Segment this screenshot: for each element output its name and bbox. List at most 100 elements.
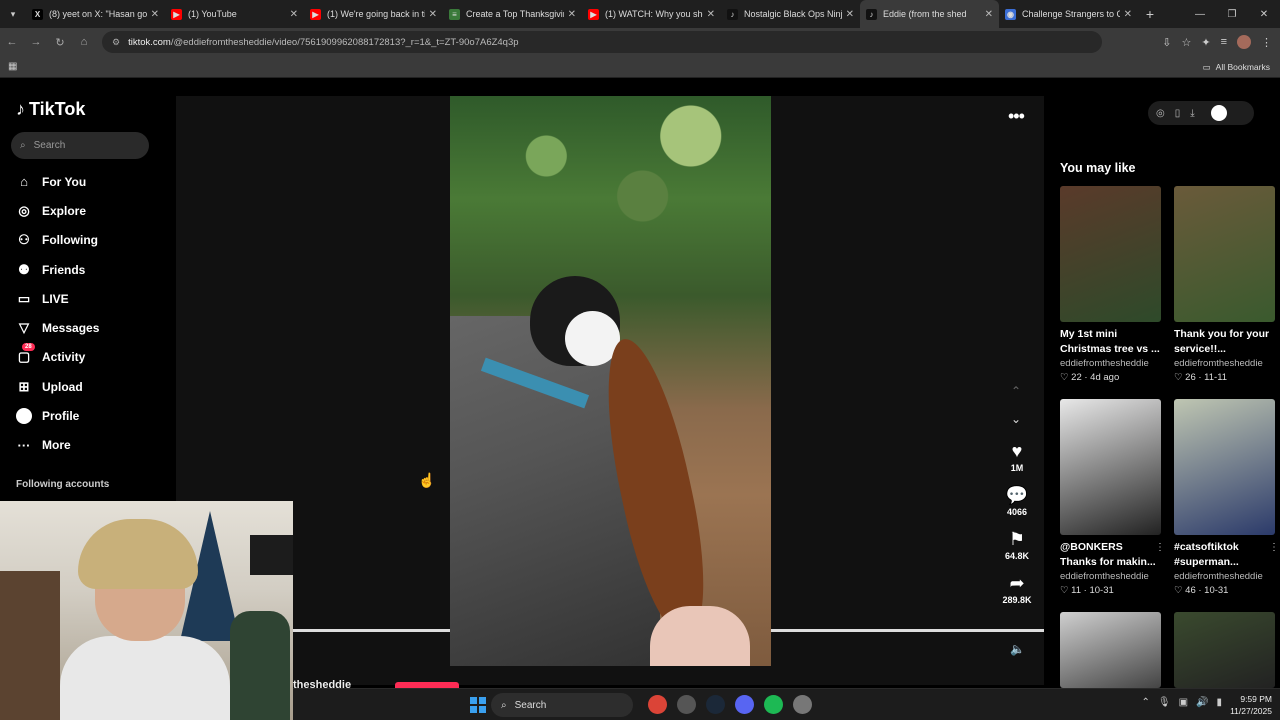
close-tab-icon[interactable]: ✕ bbox=[290, 9, 298, 20]
close-tab-icon[interactable]: ✕ bbox=[1124, 9, 1132, 20]
bookmark-star-icon[interactable]: ☆ bbox=[1181, 36, 1191, 49]
tab-favicon-icon: ▶ bbox=[588, 8, 599, 20]
discord-app-icon[interactable] bbox=[735, 695, 754, 714]
home-icon[interactable]: ⌂ bbox=[72, 36, 96, 48]
tiktok-logo[interactable]: ♪ TikTok bbox=[16, 99, 85, 120]
app-icon-2[interactable] bbox=[677, 695, 696, 714]
video-hand bbox=[650, 606, 750, 666]
minimize-icon[interactable]: — bbox=[1184, 9, 1216, 20]
nav-item-friends[interactable]: ⚉ Friends bbox=[16, 255, 99, 284]
browser-tab[interactable]: ♪ Eddie (from the shed ✕ bbox=[860, 0, 999, 28]
like-action[interactable]: ♥ 1M bbox=[995, 441, 1039, 485]
nav-item-for-you[interactable]: ⌂ For You bbox=[16, 167, 99, 196]
save-action[interactable]: ⚑ 64.8K bbox=[995, 529, 1039, 573]
close-tab-icon[interactable]: ✕ bbox=[429, 9, 437, 20]
taskbar-clock[interactable]: 9:59 PM 11/27/2025 bbox=[1230, 693, 1272, 717]
volume-icon[interactable]: 🔈 bbox=[1010, 642, 1025, 656]
profile-avatar[interactable] bbox=[1237, 35, 1251, 49]
user-avatar[interactable] bbox=[1210, 105, 1227, 121]
video-thumbnail[interactable] bbox=[1174, 186, 1275, 322]
rec-more-icon[interactable]: ⋮ bbox=[1155, 542, 1165, 553]
browser-tab[interactable]: ◉ Challenge Strangers to C ✕ bbox=[999, 0, 1138, 28]
tab-search-icon[interactable]: ▾ bbox=[0, 0, 26, 28]
forward-icon[interactable]: → bbox=[24, 36, 48, 48]
browser-tab[interactable]: ▶ (1) We're going back in ti ✕ bbox=[304, 0, 443, 28]
webcam-shirt bbox=[60, 636, 230, 720]
recommended-video[interactable] bbox=[1060, 612, 1161, 688]
nav-item-messages[interactable]: ▽ Messages bbox=[16, 313, 99, 342]
video-thumbnail[interactable] bbox=[1174, 399, 1275, 535]
battery-icon[interactable]: ▮ bbox=[1216, 697, 1222, 708]
search-input[interactable]: ⌕ Search bbox=[11, 132, 149, 159]
recommended-video[interactable]: @BONKERS Thanks for makin... eddiefromthe… bbox=[1060, 399, 1165, 598]
browser-tab[interactable]: ▶ (1) YouTube ✕ bbox=[165, 0, 304, 28]
chrome-app-icon[interactable] bbox=[648, 695, 667, 714]
spotify-app-icon[interactable] bbox=[764, 695, 783, 714]
next-video-icon[interactable]: ⌄ bbox=[1011, 412, 1021, 426]
close-tab-icon[interactable]: ✕ bbox=[568, 9, 576, 20]
windows-start-icon[interactable] bbox=[470, 697, 486, 713]
close-window-icon[interactable]: ✕ bbox=[1248, 9, 1280, 20]
device-icon[interactable]: ▯ bbox=[1175, 108, 1181, 119]
window-controls: — ❐ ✕ bbox=[1184, 0, 1280, 28]
taskbar-search[interactable]: ⌕ Search bbox=[491, 693, 633, 717]
microphone-icon[interactable]: 🎙 bbox=[1158, 697, 1171, 708]
all-bookmarks-button[interactable]: ▭ All Bookmarks bbox=[1203, 56, 1270, 78]
video-thumbnail[interactable] bbox=[1060, 399, 1161, 535]
speaker-icon[interactable]: 🔊 bbox=[1196, 697, 1208, 708]
download-icon[interactable]: ⤓ bbox=[1190, 108, 1194, 119]
home-icon: ⌂ bbox=[20, 174, 28, 190]
rec-author: eddiefromthesheddie bbox=[1060, 571, 1149, 582]
share-action[interactable]: ➦ 289.8K bbox=[995, 573, 1039, 617]
recommended-video[interactable]: #catsoftiktok #superman... eddiefromthesh… bbox=[1174, 399, 1279, 598]
browser-tab[interactable]: ≡ Create a Top Thanksgiving ✕ bbox=[443, 0, 582, 28]
apps-grid-icon[interactable]: ▦ bbox=[8, 61, 17, 72]
rec-meta: ♡ 22 · 4d ago bbox=[1060, 372, 1120, 383]
restore-icon[interactable]: ❐ bbox=[1216, 9, 1248, 20]
nav-item-following[interactable]: ⚇ Following bbox=[16, 226, 99, 255]
network-icon[interactable]: ▣ bbox=[1179, 697, 1188, 708]
settings-app-icon[interactable] bbox=[793, 695, 812, 714]
url-host: tiktok.com bbox=[128, 36, 171, 48]
url-bar[interactable]: ⚙ tiktok.com /@eddiefromthesheddie/video… bbox=[102, 31, 1102, 53]
nav-item-more[interactable]: ··· More bbox=[16, 431, 99, 460]
steam-app-icon[interactable] bbox=[706, 695, 725, 714]
close-tab-icon[interactable]: ✕ bbox=[985, 9, 993, 20]
recommended-video[interactable]: My 1st mini Christmas tree vs ... eddiefr… bbox=[1060, 186, 1161, 385]
new-tab-button[interactable]: + bbox=[1138, 6, 1162, 22]
extensions-icon[interactable]: ✦ bbox=[1201, 36, 1210, 49]
video-thumbnail[interactable] bbox=[1060, 612, 1161, 688]
recommended-video[interactable] bbox=[1174, 612, 1275, 688]
nav-item-live[interactable]: ▭ LIVE bbox=[16, 284, 99, 313]
video-frame[interactable] bbox=[450, 96, 771, 666]
reload-icon[interactable]: ↻ bbox=[48, 36, 72, 49]
browser-tab[interactable]: ▶ (1) WATCH: Why you shou ✕ bbox=[582, 0, 721, 28]
media-control-icon[interactable]: ≡ bbox=[1221, 36, 1227, 48]
close-tab-icon[interactable]: ✕ bbox=[707, 9, 715, 20]
all-bookmarks-label: All Bookmarks bbox=[1215, 62, 1270, 72]
rec-meta: ♡ 11 · 10-31 bbox=[1060, 585, 1114, 596]
close-tab-icon[interactable]: ✕ bbox=[846, 9, 854, 20]
bookmarks-bar: ▦ ▭ All Bookmarks bbox=[0, 56, 1280, 78]
video-more-options-icon[interactable]: ••• bbox=[1008, 106, 1025, 127]
browser-tab[interactable]: ♪ Nostalgic Black Ops Ninja ✕ bbox=[721, 0, 860, 28]
browser-tab[interactable]: X (8) yeet on X: "Hasan goe ✕ bbox=[26, 0, 165, 28]
tray-chevron-icon[interactable]: ⌃ bbox=[1141, 697, 1149, 708]
previous-video-icon[interactable]: ⌃ bbox=[1011, 384, 1021, 398]
video-thumbnail[interactable] bbox=[1060, 186, 1161, 322]
comment-action[interactable]: 💬 4066 bbox=[995, 485, 1039, 529]
nav-item-activity[interactable]: ▢ Activity 28 bbox=[16, 342, 99, 372]
site-info-icon[interactable]: ⚙ bbox=[112, 37, 120, 48]
install-app-icon[interactable]: ⇩ bbox=[1162, 36, 1171, 49]
nav-item-upload[interactable]: ⊞ Upload bbox=[16, 372, 99, 401]
video-thumbnail[interactable] bbox=[1174, 612, 1275, 688]
recommended-video[interactable]: Thank you for your service!!... eddiefrom… bbox=[1174, 186, 1275, 385]
coin-icon[interactable]: ◎ bbox=[1156, 108, 1165, 119]
browser-menu-icon[interactable]: ⋮ bbox=[1261, 36, 1272, 49]
address-toolbar: ← → ↻ ⌂ ⚙ tiktok.com /@eddiefromtheshedd… bbox=[0, 28, 1280, 56]
close-tab-icon[interactable]: ✕ bbox=[151, 9, 159, 20]
nav-item-explore[interactable]: ◎ Explore bbox=[16, 196, 99, 225]
rec-more-icon[interactable]: ⋮ bbox=[1269, 542, 1279, 553]
nav-item-profile[interactable]: Profile bbox=[16, 401, 99, 430]
back-icon[interactable]: ← bbox=[0, 36, 24, 48]
